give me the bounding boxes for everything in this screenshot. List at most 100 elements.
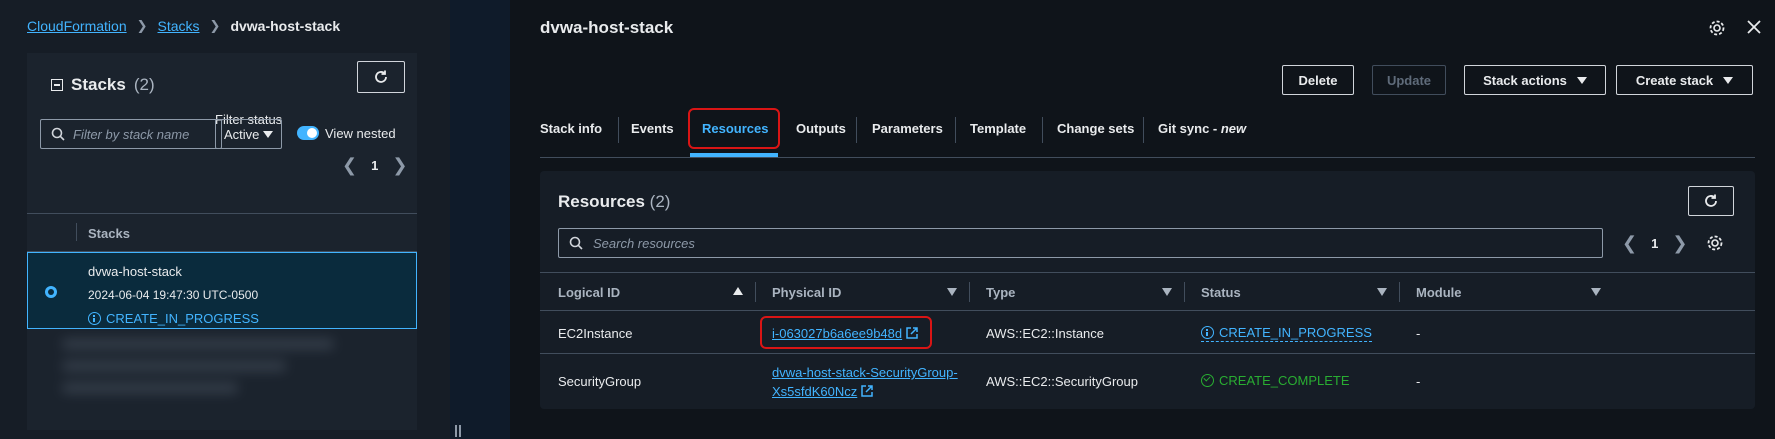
status-filter-select[interactable]: Active [215,119,282,149]
stack-details-panel: dvwa-host-stack Delete Update Stack acti… [510,0,1775,439]
stack-radio-selected[interactable] [45,286,57,298]
search-icon [51,127,65,141]
stack-tabs: Stack info Events Resources Outputs Para… [540,108,1755,158]
tab-git-sync[interactable]: Git sync - new [1158,121,1246,136]
breadcrumb: CloudFormation ❯ Stacks ❯ dvwa-host-stac… [27,18,340,34]
resources-title-text: Resources [558,192,645,211]
chevron-down-icon [263,130,273,138]
tab-divider [1143,117,1144,143]
tab-change-sets[interactable]: Change sets [1057,121,1134,136]
sort-icon[interactable] [947,288,957,296]
refresh-stacks-button[interactable] [357,61,405,93]
col-type[interactable]: Type [986,285,1015,300]
breadcrumb-separator-icon: ❯ [209,18,221,33]
stack-row-selected[interactable]: dvwa-host-stack 2024-06-04 19:47:30 UTC-… [27,252,417,329]
tab-events[interactable]: Events [631,121,674,136]
stack-date: 2024-06-04 19:47:30 UTC-0500 [88,288,259,302]
breadcrumb-stacks[interactable]: Stacks [158,18,200,34]
stack-search-field[interactable] [73,126,213,142]
resources-table-header: Logical ID Physical ID Type Status Modul… [540,272,1755,311]
resource-search-field[interactable] [593,235,993,251]
stacks-column-header[interactable]: Stacks [88,226,130,241]
physical-id-text: i-063027b6a6ee9b48d [772,326,903,341]
cell-physical-id-link[interactable]: dvwa-host-stack-SecurityGroup- Xs5sfdK60N… [772,363,972,401]
column-divider[interactable] [1399,282,1400,302]
info-icon [1201,326,1214,339]
tab-parameters[interactable]: Parameters [872,121,943,136]
active-tab-indicator [690,153,778,157]
stack-actions-label: Stack actions [1483,72,1567,88]
breadcrumb-current: dvwa-host-stack [230,18,341,34]
col-physical-id[interactable]: Physical ID [772,285,841,300]
collapse-icon[interactable] [51,79,63,91]
physical-id-text-line1: dvwa-host-stack-SecurityGroup- [772,365,958,380]
breadcrumb-cloudformation[interactable]: CloudFormation [27,18,127,34]
stacks-header: Stacks (2) [51,75,155,95]
delete-button[interactable]: Delete [1282,65,1354,95]
prev-page-icon[interactable]: ❮ [342,155,357,176]
column-divider[interactable] [1184,282,1185,302]
stacks-pagination: ❮ 1 ❯ [342,155,407,176]
current-page[interactable]: 1 [371,158,378,173]
col-logical-id[interactable]: Logical ID [558,285,620,300]
status-text: CREATE_COMPLETE [1219,373,1350,388]
stack-title: dvwa-host-stack [540,18,674,37]
next-page-icon[interactable]: ❯ [1672,233,1687,254]
col-status[interactable]: Status [1201,285,1241,300]
status-filter-value: Active [224,126,260,142]
close-icon[interactable] [1746,19,1762,35]
create-stack-button[interactable]: Create stack [1616,65,1753,95]
delete-label: Delete [1298,72,1338,88]
sort-icon[interactable] [1377,288,1387,296]
stack-search-input[interactable] [40,119,222,149]
cell-physical-id-link[interactable]: i-063027b6a6ee9b48d [772,326,918,341]
refresh-resources-button[interactable] [1688,186,1734,216]
tab-divider [955,117,956,143]
view-nested-toggle[interactable] [297,126,319,140]
tab-outputs[interactable]: Outputs [796,121,846,136]
cell-logical-id: EC2Instance [558,326,633,341]
stack-actions-button[interactable]: Stack actions [1464,65,1606,95]
tab-resources[interactable]: Resources [702,121,768,136]
stacks-title: Stacks [71,75,126,94]
panel-resize-handle[interactable] [455,425,463,437]
next-page-icon[interactable]: ❯ [392,155,407,176]
update-button: Update [1372,65,1446,95]
cell-status: CREATE_COMPLETE [1201,373,1350,388]
resource-search-input[interactable] [558,228,1603,258]
sort-icon[interactable] [1591,288,1601,296]
cell-logical-id: SecurityGroup [558,374,642,389]
current-page[interactable]: 1 [1651,236,1658,251]
table-row: SecurityGroup dvwa-host-stack-SecurityGr… [540,354,1755,408]
cell-status[interactable]: CREATE_IN_PROGRESS [1201,325,1372,342]
sort-icon[interactable] [1162,288,1172,296]
create-stack-label: Create stack [1635,72,1714,88]
tab-stack-info[interactable]: Stack info [540,121,602,136]
table-settings-gear-icon[interactable] [1706,234,1724,252]
cell-module: - [1416,374,1421,389]
external-link-icon [861,385,874,397]
column-divider[interactable] [969,282,970,302]
col-module[interactable]: Module [1416,285,1462,300]
resources-card: Resources (2) ❮ 1 ❯ Logical ID Physical … [540,171,1755,409]
prev-page-icon[interactable]: ❮ [1622,233,1637,254]
cell-module: - [1416,326,1421,341]
column-divider[interactable] [755,282,756,302]
stacks-panel: CloudFormation ❯ Stacks ❯ dvwa-host-stac… [0,0,461,439]
tab-divider [618,117,619,143]
resources-count: (2) [649,192,671,211]
tab-template[interactable]: Template [970,121,1026,136]
stacks-count: (2) [133,75,155,94]
stacks-table-header: Stacks [27,213,417,252]
sort-ascending-icon[interactable] [733,287,743,295]
stack-status: CREATE_IN_PROGRESS [88,311,259,326]
resources-title: Resources (2) [558,192,670,212]
stack-status-text: CREATE_IN_PROGRESS [106,311,259,326]
external-link-icon [906,327,918,339]
blurred-stack-row [62,339,382,409]
stacks-list-card: Stacks (2) Filter status Active View nes… [27,53,417,430]
resources-pagination: ❮ 1 ❯ [1622,233,1687,254]
git-sync-label: Git sync - [1158,121,1221,136]
settings-gear-icon[interactable] [1708,19,1726,37]
tab-divider [1042,117,1043,143]
